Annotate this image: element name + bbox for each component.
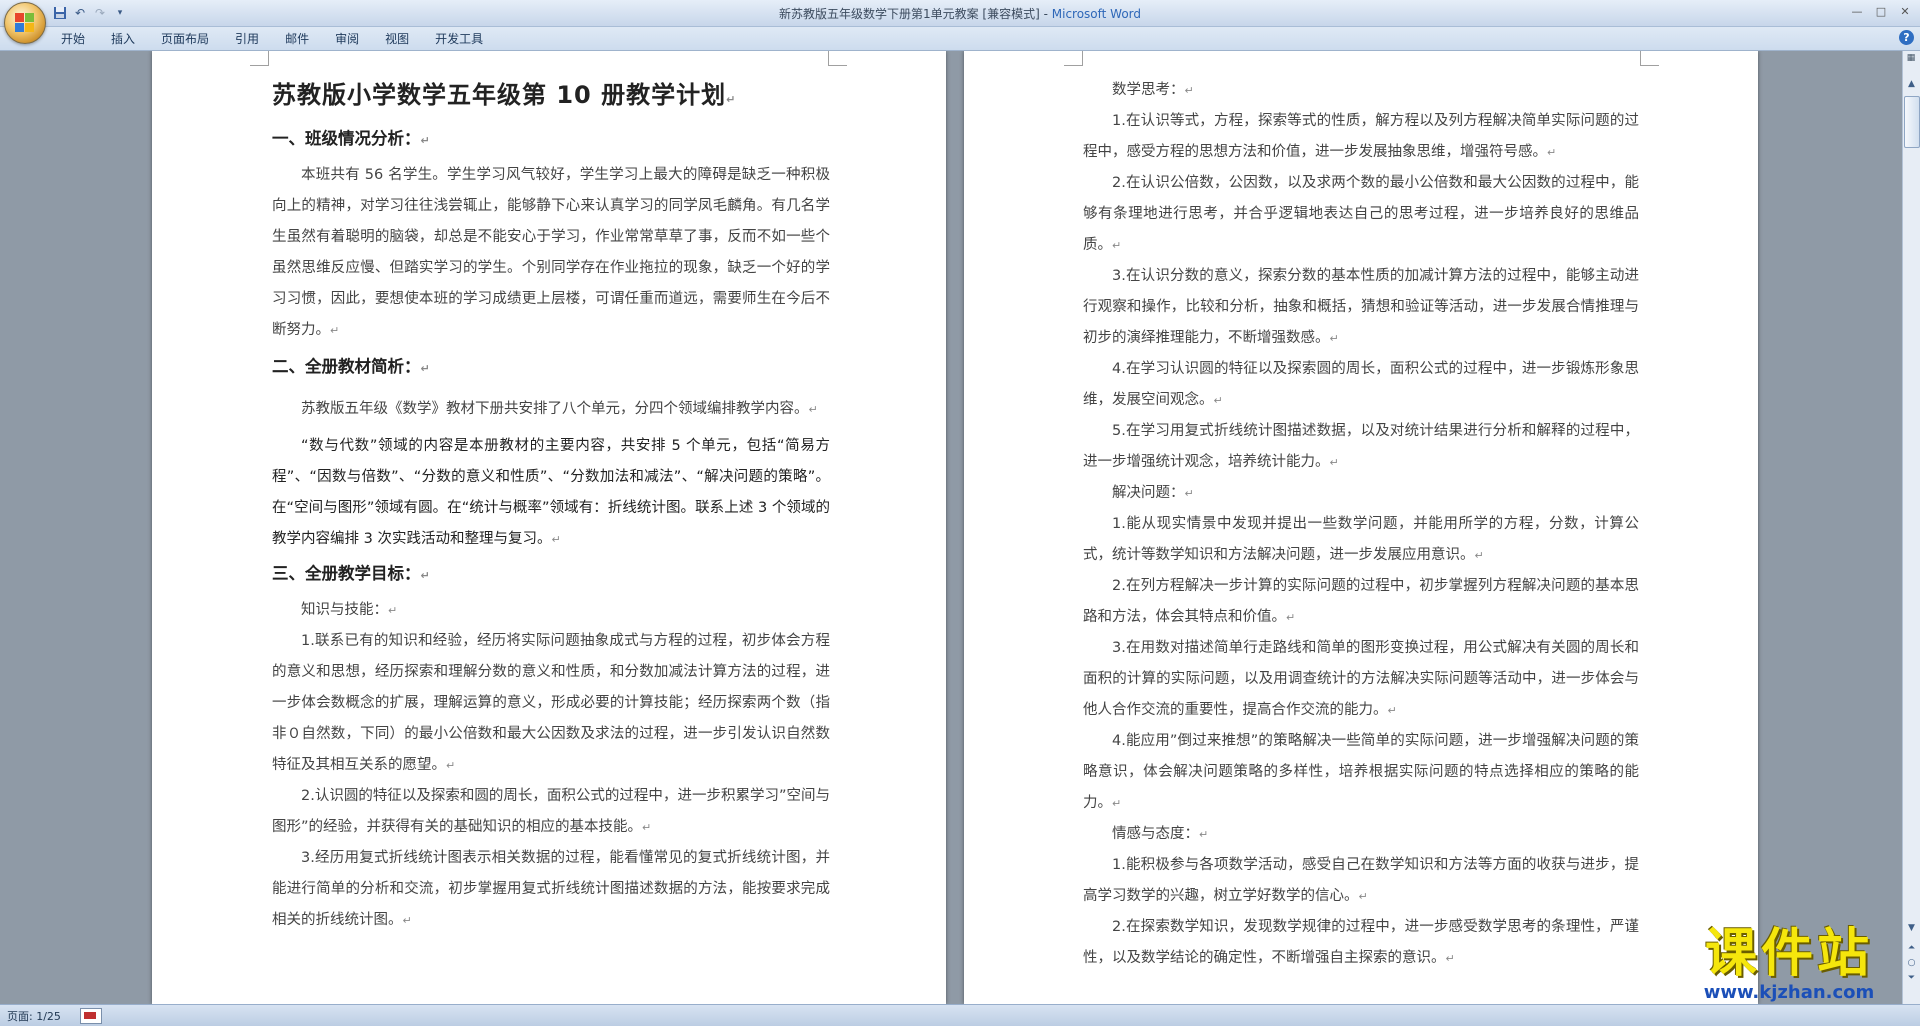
app-name: Microsoft Word xyxy=(1051,7,1142,21)
tab-mailings[interactable]: 邮件 xyxy=(272,30,322,48)
watermark-url: www.kjzhan.com xyxy=(1703,982,1875,1003)
paragraph[interactable]: 知识与技能：↵ xyxy=(272,595,830,626)
help-icon[interactable]: ? xyxy=(1899,30,1914,45)
paragraph[interactable]: 数学思考：↵ xyxy=(1083,75,1639,106)
tab-references[interactable]: 引用 xyxy=(222,30,272,48)
crop-mark xyxy=(1640,51,1659,66)
ribbon: 开始 插入 页面布局 引用 邮件 审阅 视图 开发工具 ? xyxy=(0,27,1920,51)
paragraph[interactable]: 3.在认识分数的意义，探索分数的基本性质的加减计算方法的过程中，能够主动进行观察… xyxy=(1083,261,1639,354)
minimize-button[interactable]: — xyxy=(1846,2,1868,20)
tab-home[interactable]: 开始 xyxy=(48,30,98,48)
scrollbar-thumb[interactable] xyxy=(1904,96,1920,148)
paragraph[interactable]: 5.在学习用复式折线统计图描述数据，以及对统计结果进行分析和解释的过程中，进一步… xyxy=(1083,416,1639,478)
tab-developer[interactable]: 开发工具 xyxy=(422,30,496,48)
tab-view[interactable]: 视图 xyxy=(372,30,422,48)
window-title: 新苏教版五年级数学下册第1单元教案 [兼容模式] - Microsoft Wor… xyxy=(0,5,1920,22)
status-bar: 页面: 1/25 xyxy=(0,1004,1920,1026)
paragraph[interactable]: 3.经历用复式折线统计图表示相关数据的过程，能看懂常见的复式折线统计图，并能进行… xyxy=(272,843,830,936)
window-controls: — □ ✕ xyxy=(1846,2,1916,20)
title-bar: ↶ ↷ ▾ 新苏教版五年级数学下册第1单元教案 [兼容模式] - Microso… xyxy=(0,0,1920,27)
crop-mark xyxy=(250,51,269,66)
paragraph[interactable]: 1.在认识等式，方程，探索等式的性质，解方程以及列方程解决简单实际问题的过程中，… xyxy=(1083,106,1639,168)
paragraph[interactable]: “数与代数”领域的内容是本册教材的主要内容，共安排 5 个单元，包括“简易方程”… xyxy=(272,431,830,555)
paragraph[interactable]: 2.认识圆的特征以及探索和圆的周长，面积公式的过程中，进一步积累学习”空间与图形… xyxy=(272,781,830,843)
crop-mark xyxy=(1064,51,1083,66)
scroll-up-icon[interactable]: ▲ xyxy=(1904,77,1919,92)
paragraph[interactable]: 情感与态度：↵ xyxy=(1083,819,1639,850)
paragraph[interactable]: 4.能应用”倒过来推想”的策略解决一些简单的实际问题，进一步增强解决问题的策略意… xyxy=(1083,726,1639,819)
tab-review[interactable]: 审阅 xyxy=(322,30,372,48)
section-heading[interactable]: 三、全册教学目标：↵ xyxy=(272,561,830,589)
paragraph[interactable]: 1.能从现实情景中发现并提出一些数学问题，并能用所学的方程，分数，计算公式，统计… xyxy=(1083,509,1639,571)
maximize-button[interactable]: □ xyxy=(1870,2,1892,20)
page-body: 苏教版小学数学五年级第 10 册教学计划↵ 一、班级情况分析：↵ 本班共有 56… xyxy=(272,75,830,936)
paragraph[interactable]: 4.在学习认识圆的特征以及探索圆的周长，面积公式的过程中，进一步锻炼形象思维，发… xyxy=(1083,354,1639,416)
browse-controls: ⏶ ○ ⏷ xyxy=(1904,941,1919,986)
section-heading[interactable]: 二、全册教材简析：↵ xyxy=(272,354,830,382)
document-workspace: 苏教版小学数学五年级第 10 册教学计划↵ 一、班级情况分析：↵ 本班共有 56… xyxy=(0,51,1903,1004)
document-page-right: 数学思考：↵ 1.在认识等式，方程，探索等式的性质，解方程以及列方程解决简单实际… xyxy=(964,51,1758,1004)
select-browse-object-icon[interactable]: ○ xyxy=(1904,956,1919,971)
tab-insert[interactable]: 插入 xyxy=(98,30,148,48)
document-title: 新苏教版五年级数学下册第1单元教案 [兼容模式] - xyxy=(778,7,1052,21)
office-logo-icon xyxy=(15,13,35,33)
previous-page-icon[interactable]: ⏶ xyxy=(1904,941,1919,956)
paragraph[interactable]: 苏教版五年级《数学》教材下册共安排了八个单元，分四个领域编排教学内容。↵ xyxy=(272,388,830,431)
section-heading[interactable]: 一、班级情况分析：↵ xyxy=(272,126,830,154)
paragraph[interactable]: 2.在认识公倍数，公因数，以及求两个数的最小公倍数和最大公因数的过程中，能够有条… xyxy=(1083,168,1639,261)
paragraph[interactable]: 2.在探索数学知识，发现数学规律的过程中，进一步感受数学思考的条理性，严谨性，以… xyxy=(1083,912,1639,974)
crop-mark xyxy=(828,51,847,66)
page-body: 数学思考：↵ 1.在认识等式，方程，探索等式的性质，解方程以及列方程解决简单实际… xyxy=(1083,75,1639,974)
vertical-scrollbar[interactable]: ▦ ▲ ▼ ⏶ ○ ⏷ xyxy=(1902,51,1920,1004)
page-count[interactable]: 页面: 1/25 xyxy=(7,1008,61,1024)
tab-page-layout[interactable]: 页面布局 xyxy=(148,30,222,48)
paragraph[interactable]: 1.联系已有的知识和经验，经历将实际问题抽象成式与方程的过程，初步体会方程的意义… xyxy=(272,626,830,781)
ribbon-tabs: 开始 插入 页面布局 引用 邮件 审阅 视图 开发工具 xyxy=(48,30,496,48)
next-page-icon[interactable]: ⏷ xyxy=(1904,971,1919,986)
paragraph[interactable]: 2.在列方程解决一步计算的实际问题的过程中，初步掌握列方程解决问题的基本思路和方… xyxy=(1083,571,1639,633)
paragraph[interactable]: 3.在用数对描述简单行走路线和简单的图形变换过程，用公式解决有关圆的周长和面积的… xyxy=(1083,633,1639,726)
paragraph[interactable]: 解决问题：↵ xyxy=(1083,478,1639,509)
document-page-left: 苏教版小学数学五年级第 10 册教学计划↵ 一、班级情况分析：↵ 本班共有 56… xyxy=(152,51,946,1004)
document-heading[interactable]: 苏教版小学数学五年级第 10 册教学计划↵ xyxy=(272,75,830,120)
view-ruler-icon[interactable]: ▦ xyxy=(1904,53,1918,67)
scroll-down-icon[interactable]: ▼ xyxy=(1904,921,1919,936)
paragraph[interactable]: 本班共有 56 名学生。学生学习风气较好，学生学习上最大的障碍是缺乏一种积极向上… xyxy=(272,160,830,346)
office-button[interactable] xyxy=(4,2,46,44)
paragraph[interactable]: 1.能积极参与各项数学活动，感受自己在数学知识和方法等方面的收获与进步，提高学习… xyxy=(1083,850,1639,912)
close-button[interactable]: ✕ xyxy=(1894,2,1916,20)
watermark-logo: 课件站 xyxy=(1704,924,1873,984)
watermark: 课件站 www.kjzhan.com xyxy=(1674,925,1904,1003)
proofing-icon[interactable] xyxy=(80,1008,102,1024)
